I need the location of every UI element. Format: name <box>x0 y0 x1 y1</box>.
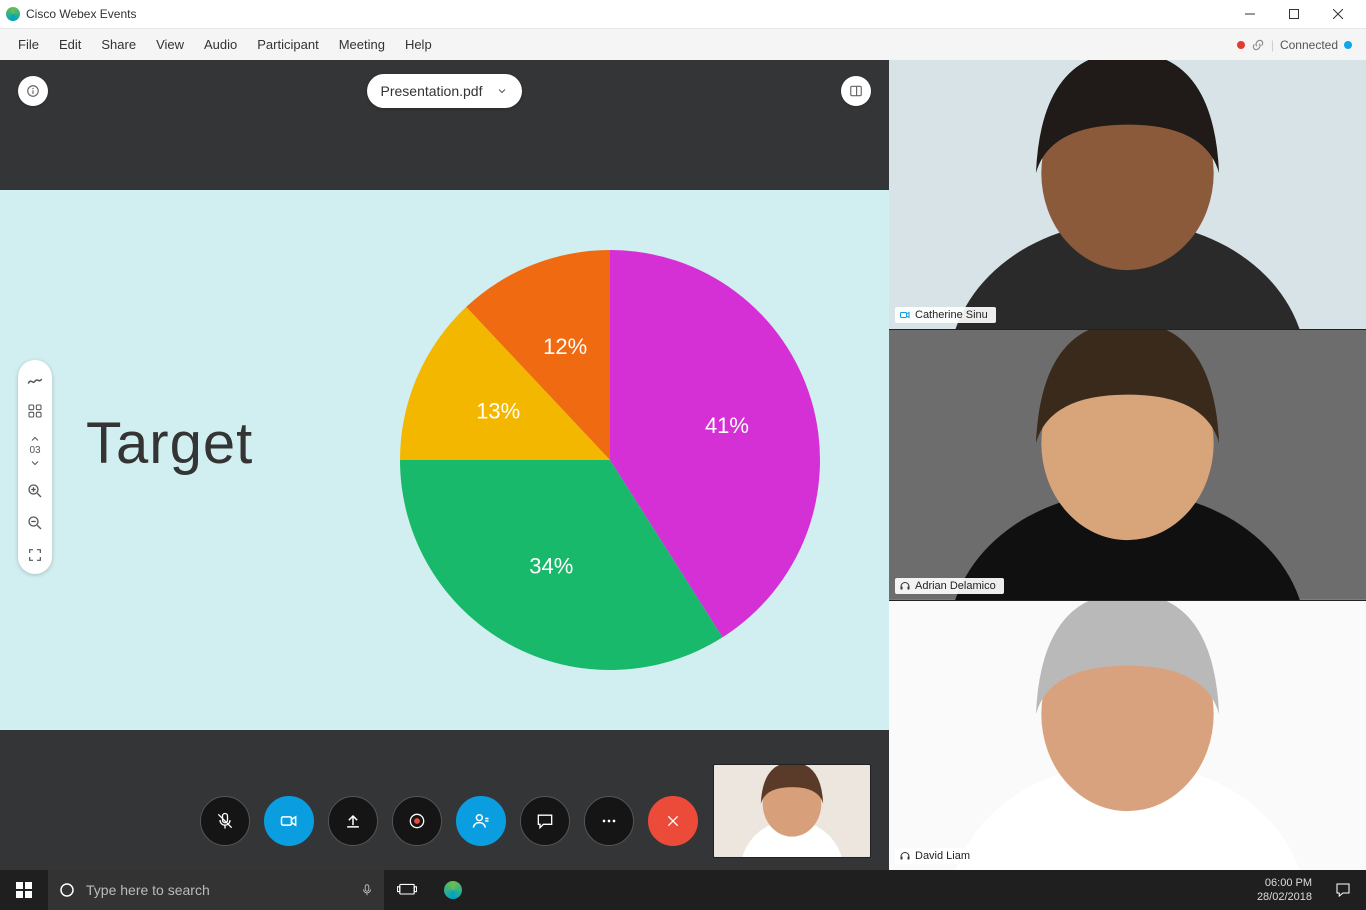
presentation-stage: Presentation.pdf 03 Target 41% 34% 13% 12% <box>0 60 889 870</box>
participants-button[interactable] <box>456 796 506 846</box>
share-screen-button[interactable] <box>328 796 378 846</box>
menu-view[interactable]: View <box>146 33 194 56</box>
slide-content: Target 41% 34% 13% 12% <box>0 190 889 730</box>
menu-participant[interactable]: Participant <box>247 33 328 56</box>
connection-status: | Connected <box>1237 38 1358 52</box>
participant-badge: Adrian Delamico <box>895 578 1004 594</box>
shared-file-pill[interactable]: Presentation.pdf <box>367 74 523 108</box>
start-button[interactable] <box>0 870 48 910</box>
connected-dot-icon <box>1344 41 1352 49</box>
annotation-toolbar: 03 <box>18 360 52 574</box>
zoom-out-icon[interactable] <box>26 514 44 532</box>
participant-tile[interactable]: Catherine Sinu <box>889 60 1366 330</box>
participant-badge: David Liam <box>895 848 978 864</box>
menu-audio[interactable]: Audio <box>194 33 247 56</box>
taskbar-search-input[interactable] <box>86 882 350 898</box>
pie-slice-label: 41% <box>705 413 749 438</box>
menu-edit[interactable]: Edit <box>49 33 91 56</box>
window-minimize-button[interactable] <box>1228 0 1272 28</box>
window-close-button[interactable] <box>1316 0 1360 28</box>
shared-file-name: Presentation.pdf <box>381 83 483 99</box>
title-bar: Cisco Webex Events <box>0 0 1366 28</box>
task-view-button[interactable] <box>384 870 430 910</box>
video-button[interactable] <box>264 796 314 846</box>
pie-slice-label: 12% <box>543 334 587 359</box>
menu-help[interactable]: Help <box>395 33 442 56</box>
window-title: Cisco Webex Events <box>26 7 137 21</box>
page-number: 03 <box>29 446 40 456</box>
self-avatar <box>714 765 870 857</box>
page-next-icon[interactable] <box>26 458 44 468</box>
participant-name: David Liam <box>915 850 970 862</box>
zoom-in-icon[interactable] <box>26 482 44 500</box>
webex-logo-icon <box>6 7 20 21</box>
layout-button[interactable] <box>841 76 871 106</box>
window-maximize-button[interactable] <box>1272 0 1316 28</box>
menu-bar: File Edit Share View Audio Participant M… <box>0 28 1366 60</box>
participant-badge: Catherine Sinu <box>895 307 996 323</box>
pie-slice-label: 34% <box>529 554 573 579</box>
info-button[interactable] <box>18 76 48 106</box>
page-prev-icon[interactable] <box>26 434 44 444</box>
participant-name: Adrian Delamico <box>915 580 996 592</box>
end-call-button[interactable] <box>648 796 698 846</box>
pie-chart: 41% 34% 13% 12% <box>370 220 850 700</box>
connection-label: Connected <box>1280 38 1338 52</box>
participants-panel: Catherine Sinu Adrian Delamico David Lia… <box>889 60 1366 870</box>
link-icon[interactable] <box>1251 38 1265 52</box>
thumbnails-tool-icon[interactable] <box>26 402 44 420</box>
menu-meeting[interactable]: Meeting <box>329 33 395 56</box>
chevron-down-icon <box>496 85 508 97</box>
chat-button[interactable] <box>520 796 570 846</box>
taskbar-search[interactable] <box>48 870 384 910</box>
fullscreen-icon[interactable] <box>26 546 44 564</box>
windows-taskbar: 06:00 PM 28/02/2018 <box>0 870 1366 910</box>
record-button[interactable] <box>392 796 442 846</box>
self-view[interactable] <box>713 764 871 858</box>
scribble-tool-icon[interactable] <box>26 370 44 388</box>
menu-file[interactable]: File <box>8 33 49 56</box>
participant-name: Catherine Sinu <box>915 309 988 321</box>
call-controls <box>200 796 698 846</box>
webex-taskbar-icon[interactable] <box>430 870 476 910</box>
more-options-button[interactable] <box>584 796 634 846</box>
mute-button[interactable] <box>200 796 250 846</box>
slide-title: Target <box>86 410 253 477</box>
taskbar-time: 06:00 PM <box>1257 876 1312 890</box>
menu-share[interactable]: Share <box>91 33 146 56</box>
participant-tile[interactable]: Adrian Delamico <box>889 330 1366 600</box>
recording-dot-icon <box>1237 41 1245 49</box>
pie-slice-label: 13% <box>476 399 520 424</box>
mic-icon[interactable] <box>360 881 374 899</box>
cortana-icon <box>58 881 76 899</box>
taskbar-date: 28/02/2018 <box>1257 890 1312 904</box>
participant-tile[interactable]: David Liam <box>889 601 1366 870</box>
action-center-button[interactable] <box>1320 870 1366 910</box>
taskbar-clock[interactable]: 06:00 PM 28/02/2018 <box>1249 876 1320 905</box>
